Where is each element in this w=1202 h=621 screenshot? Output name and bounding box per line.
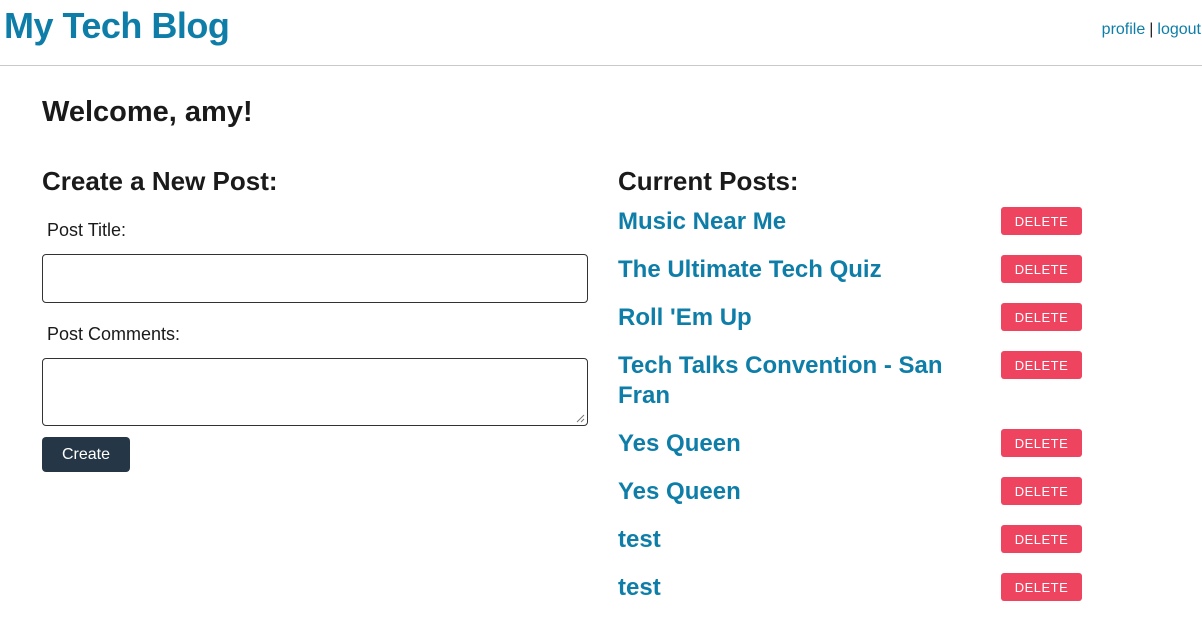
post-title-label: Post Title: (47, 220, 127, 240)
post-title-link[interactable]: Music Near Me (618, 207, 968, 237)
post-item: Roll 'Em Up DELETE (618, 303, 1088, 333)
nav-separator: | (1149, 21, 1154, 38)
site-header: My Tech Blog profile | logout (0, 0, 1202, 66)
post-list: Music Near Me DELETE The Ultimate Tech Q… (618, 207, 1088, 621)
delete-post-button[interactable]: DELETE (1001, 303, 1082, 331)
delete-post-button[interactable]: DELETE (1001, 351, 1082, 379)
post-comments-label: Post Comments: (47, 324, 181, 344)
post-title-link[interactable]: Roll 'Em Up (618, 303, 968, 333)
welcome-heading: Welcome, amy! (42, 96, 253, 128)
create-button[interactable]: Create (42, 437, 130, 472)
delete-post-button[interactable]: DELETE (1001, 207, 1082, 235)
post-item: The Ultimate Tech Quiz DELETE (618, 255, 1088, 285)
post-title-link[interactable]: The Ultimate Tech Quiz (618, 255, 968, 285)
site-title-link[interactable]: My Tech Blog (4, 5, 230, 47)
current-posts-heading: Current Posts: (618, 166, 799, 196)
post-item: test DELETE (618, 573, 1088, 603)
post-item: test DELETE (618, 525, 1088, 555)
post-title-link[interactable]: test (618, 573, 968, 603)
post-item: Music Near Me DELETE (618, 207, 1088, 237)
post-item: Tech Talks Convention - San Fran DELETE (618, 351, 1088, 411)
profile-link[interactable]: profile (1102, 21, 1146, 38)
resize-grip-icon[interactable] (576, 414, 585, 423)
post-title-input[interactable] (42, 254, 588, 303)
delete-post-button[interactable]: DELETE (1001, 525, 1082, 553)
delete-post-button[interactable]: DELETE (1001, 477, 1082, 505)
post-item: Yes Queen DELETE (618, 477, 1088, 507)
post-title-link[interactable]: Yes Queen (618, 477, 968, 507)
post-comments-textarea[interactable] (42, 358, 588, 426)
create-post-heading: Create a New Post: (42, 166, 278, 196)
post-title-link[interactable]: Tech Talks Convention - San Fran (618, 351, 968, 411)
delete-post-button[interactable]: DELETE (1001, 255, 1082, 283)
post-title-link[interactable]: Yes Queen (618, 429, 968, 459)
post-title-link[interactable]: test (618, 525, 968, 555)
post-item: Yes Queen DELETE (618, 429, 1088, 459)
logout-link[interactable]: logout (1157, 21, 1201, 38)
delete-post-button[interactable]: DELETE (1001, 573, 1082, 601)
header-nav: profile | logout (1102, 21, 1201, 39)
delete-post-button[interactable]: DELETE (1001, 429, 1082, 457)
